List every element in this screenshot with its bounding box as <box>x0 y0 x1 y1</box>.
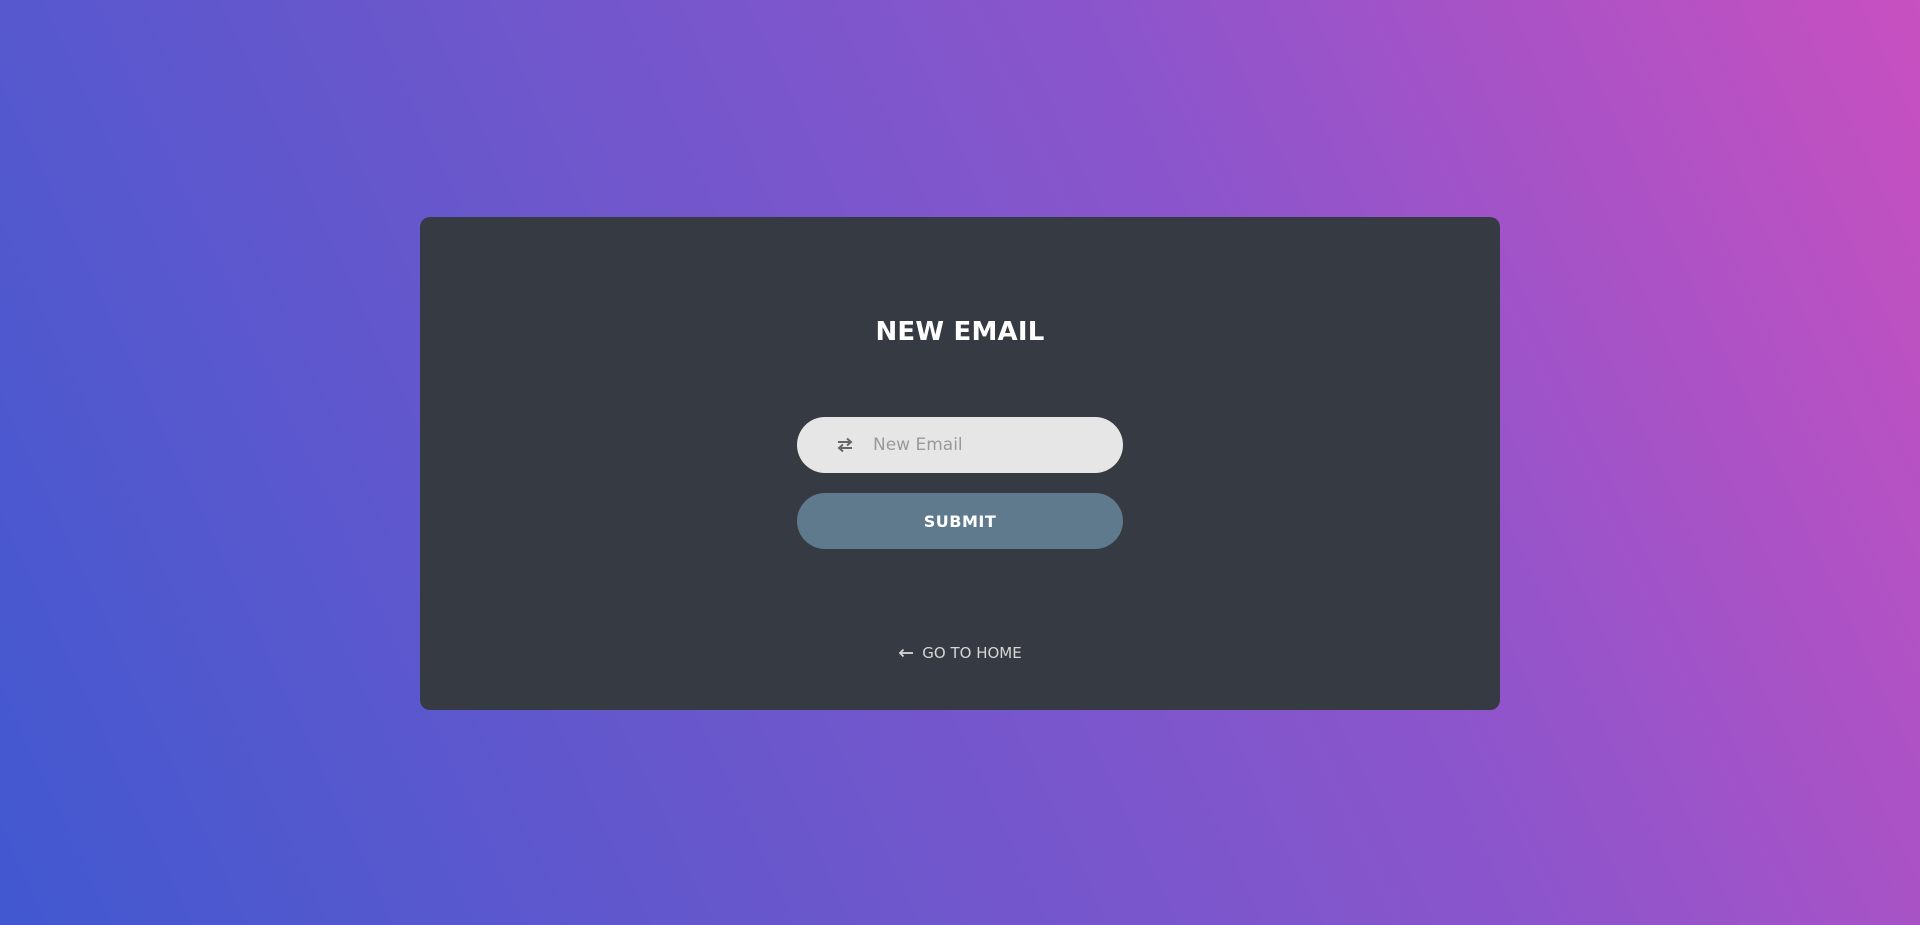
exchange-arrows-icon <box>837 437 853 453</box>
page-title: NEW EMAIL <box>875 317 1045 347</box>
submit-button[interactable]: SUBMIT <box>797 493 1123 549</box>
email-field-wrapper[interactable] <box>797 417 1123 473</box>
new-email-card: NEW EMAIL SUBMIT GO TO HOME <box>420 217 1500 710</box>
arrow-left-icon <box>898 648 914 658</box>
new-email-input[interactable] <box>873 417 1103 473</box>
go-to-home-label: GO TO HOME <box>922 644 1022 662</box>
go-to-home-link[interactable]: GO TO HOME <box>420 643 1500 663</box>
